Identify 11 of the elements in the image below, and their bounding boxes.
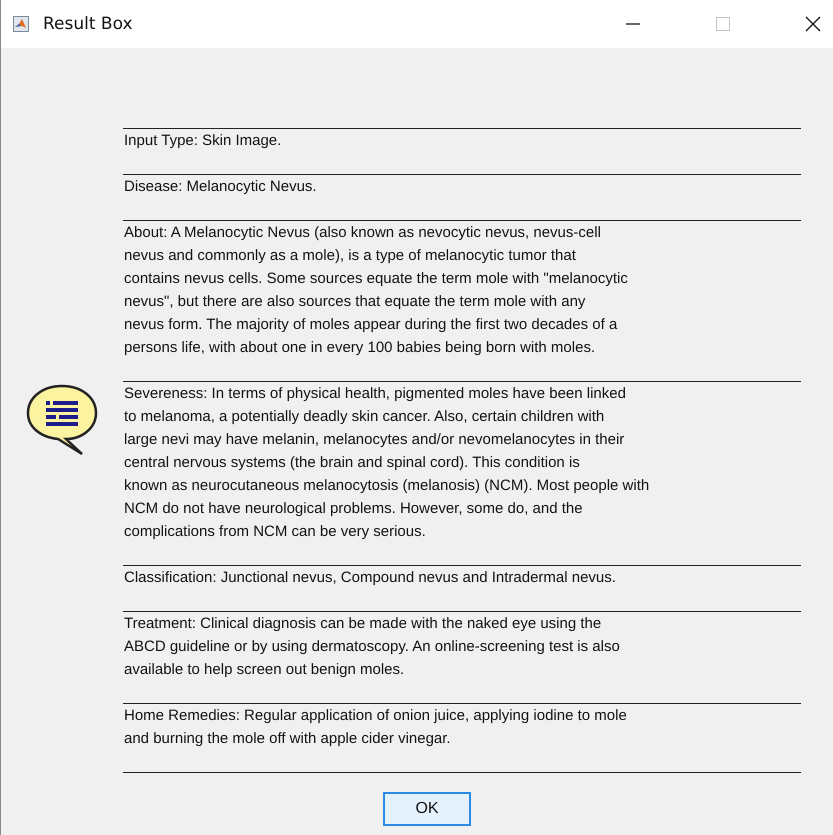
message-text: Disease: Melanocytic Nevus. xyxy=(123,177,318,197)
message-text: Treatment: Clinical diagnosis can be made with the naked eye using the ABCD guideline or by using dermatoscopy. An online-screening test is also available to help screen out benign moles. xyxy=(123,614,621,680)
window-title: Result Box xyxy=(43,14,133,34)
message-text: Classification: Junctional nevus, Compound nevus and Intradermal nevus. xyxy=(123,568,617,588)
app-logo-icon xyxy=(13,16,29,32)
message-text: Severeness: In terms of physical health, pigmented moles have been linked to melanoma, a potentially deadly skin cancer. Also, certain children with large nevi may have melanin, melanocytes and/or nevomelanocytes in their central nervous systems (the brain and spinal cord). This condition is known as neurocutaneous melanocytosis (melanosis) (NCM). Most people with NCM do not have neurological problems. However, some do, and the complications from NCM can be very serious. xyxy=(123,384,650,542)
close-icon[interactable] xyxy=(805,16,821,32)
message-text: Home Remedies: Regular application of onion juice, applying iodine to mole and burning the mole off with apple cider vinegar. xyxy=(123,706,628,749)
ok-button[interactable]: OK xyxy=(383,792,471,826)
message-text: About: A Melanocytic Nevus (also known as nevocytic nevus, nevus-cell nevus and commonly as a mole), is a type of melanocytic tumor that contains nevus cells. Some sources equate the term mole with "melanocytic nevus", but there are also sources that equate the term mole with any nevus form. The majority of moles appear during the first two decades of a persons life, with about one in every 100 babies being born with moles. xyxy=(123,223,629,358)
message-text: Input Type: Skin Image. xyxy=(123,131,282,151)
